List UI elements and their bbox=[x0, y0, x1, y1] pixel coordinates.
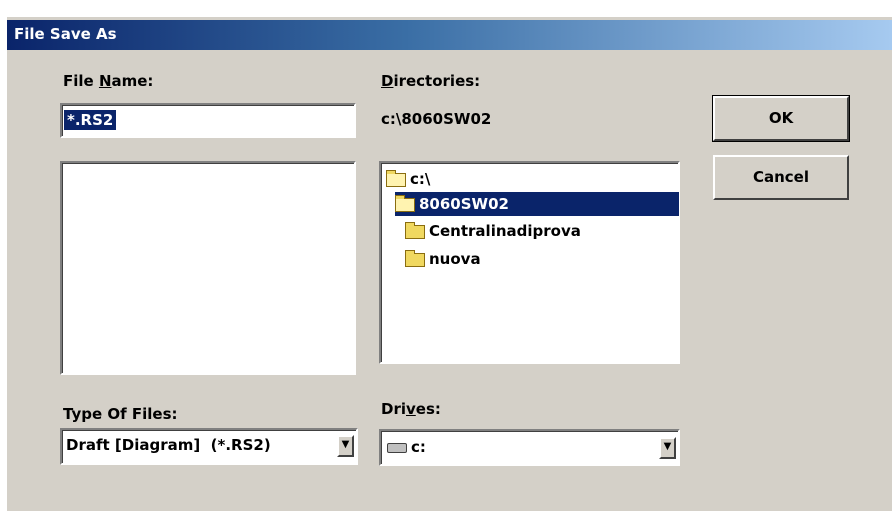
type-of-files-value: Draft [Diagram] (*.RS2) bbox=[66, 436, 271, 454]
folder-icon bbox=[405, 249, 425, 267]
window-title: File Save As bbox=[14, 25, 117, 43]
directory-item-centralinadiprova[interactable]: Centralinadiprova bbox=[405, 219, 581, 243]
directories-label: Directories: bbox=[381, 72, 481, 90]
directory-item-nuova[interactable]: nuova bbox=[405, 247, 481, 271]
directory-item-8060sw02[interactable]: 8060SW02 bbox=[395, 192, 679, 216]
open-folder-icon bbox=[395, 194, 415, 212]
file-name-input[interactable]: *.RS2 bbox=[60, 103, 356, 138]
type-of-files-label: Type Of Files: bbox=[63, 405, 178, 423]
chevron-down-icon[interactable]: ▼ bbox=[659, 437, 676, 459]
file-name-label: File Name: bbox=[63, 72, 154, 90]
current-directory-path: c:\8060SW02 bbox=[381, 110, 492, 128]
type-of-files-select[interactable]: Draft [Diagram] (*.RS2) ▼ bbox=[60, 428, 358, 465]
folder-icon bbox=[405, 221, 425, 239]
open-folder-icon bbox=[386, 169, 406, 187]
cancel-button[interactable]: Cancel bbox=[713, 155, 849, 200]
drives-label: Drives: bbox=[381, 400, 441, 418]
ok-button[interactable]: OK bbox=[712, 95, 850, 142]
file-list[interactable] bbox=[60, 161, 356, 375]
drives-select[interactable]: c: ▼ bbox=[379, 429, 680, 466]
drives-value-wrap: c: bbox=[387, 438, 426, 456]
chevron-down-icon[interactable]: ▼ bbox=[337, 435, 354, 457]
title-bar[interactable]: File Save As bbox=[7, 20, 892, 50]
file-name-value: *.RS2 bbox=[64, 110, 117, 130]
drive-icon bbox=[387, 442, 407, 453]
directory-list[interactable]: c:\ 8060SW02 Centralinadiprova nuova bbox=[379, 161, 680, 364]
directory-item-root[interactable]: c:\ bbox=[386, 167, 430, 191]
